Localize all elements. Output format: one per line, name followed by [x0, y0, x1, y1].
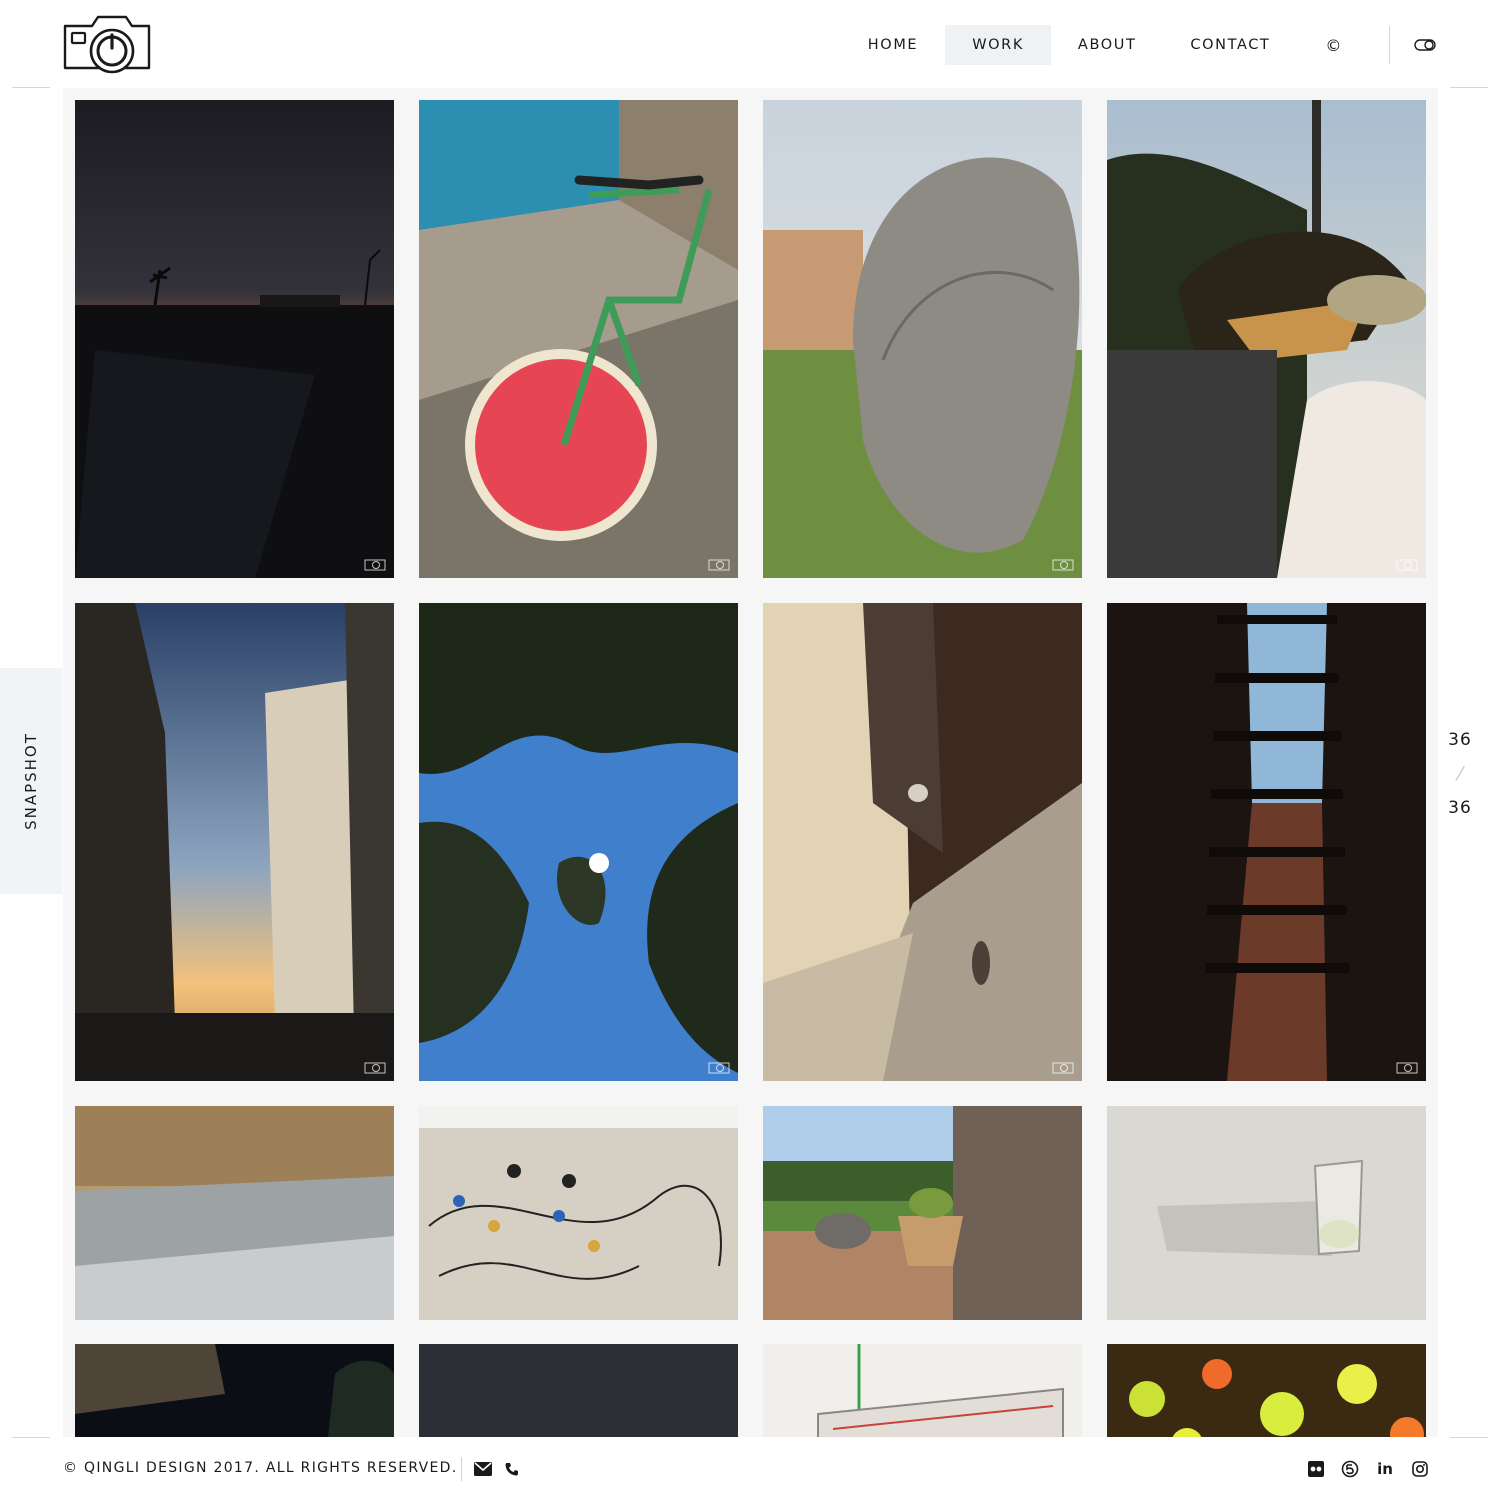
photo-tile-street-dusk[interactable]: [75, 603, 394, 1081]
photo-tile-glass-shadow[interactable]: [1107, 1106, 1426, 1320]
500px-icon[interactable]: [1340, 1459, 1360, 1479]
snapshot-tab-label: SNAPSHOT: [22, 732, 41, 830]
counter-separator: /: [1454, 763, 1466, 784]
photo-watermelon-bicycle: [419, 100, 738, 578]
footer-divider: [461, 1457, 462, 1481]
main-nav: HOME WORK ABOUT CONTACT ©: [841, 25, 1440, 65]
photo-tile-alley-cats[interactable]: [763, 603, 1082, 1081]
photo-warthog-cactus: [763, 1106, 1082, 1320]
photo-night-building: [75, 1344, 394, 1437]
photo-tree-canopy: [419, 603, 738, 1081]
photo-tile-electrical-box[interactable]: [763, 1344, 1082, 1437]
photo-tile-warthog-cactus[interactable]: [763, 1106, 1082, 1320]
snapshot-tab[interactable]: SNAPSHOT: [0, 668, 62, 894]
nav-work[interactable]: WORK: [945, 25, 1051, 65]
photo-tile-dark-sky[interactable]: [419, 1344, 738, 1437]
camera-logo-icon[interactable]: [62, 14, 152, 74]
photo-brick-passage: [1107, 603, 1426, 1081]
linkedin-icon[interactable]: in: [1375, 1459, 1395, 1479]
nav-copyright[interactable]: ©: [1297, 25, 1371, 65]
photo-tile-stone-sculpture[interactable]: [763, 100, 1082, 578]
photo-counter: 36 / 36: [1434, 728, 1486, 820]
photo-graffiti-wall: [419, 1106, 738, 1320]
nav-contact[interactable]: CONTACT: [1163, 25, 1297, 65]
photo-tile-graffiti-wall[interactable]: [419, 1106, 738, 1320]
photo-tile-building-fence[interactable]: [75, 1106, 394, 1320]
nav-divider: [1389, 26, 1390, 64]
photo-tile-sunset-pool[interactable]: [75, 100, 394, 578]
photo-tile-umbrella-woman[interactable]: [1107, 100, 1426, 578]
watermark-camera-icon: [708, 559, 730, 571]
watermark-camera-icon: [364, 1062, 386, 1074]
photo-alley-cats: [763, 603, 1082, 1081]
header-rule-left: [12, 87, 50, 88]
nav-home[interactable]: HOME: [841, 25, 945, 65]
watermark-camera-icon: [708, 1062, 730, 1074]
photo-sunset-pool: [75, 100, 394, 578]
counter-total: 36: [1448, 798, 1472, 818]
photo-dark-sky: [419, 1344, 738, 1437]
envelope-icon[interactable]: [473, 1459, 493, 1479]
linkedin-label: in: [1377, 1460, 1393, 1478]
photo-street-dusk: [75, 603, 394, 1081]
photo-electrical-box: [763, 1344, 1082, 1437]
header-rule-right: [1450, 87, 1488, 88]
photo-tile-lanterns[interactable]: [1107, 1344, 1426, 1437]
footer-rule-right: [1450, 1437, 1488, 1438]
photo-tile-brick-passage[interactable]: [1107, 603, 1426, 1081]
watermark-camera-icon: [1396, 559, 1418, 571]
photo-lanterns: [1107, 1344, 1426, 1437]
photo-tile-night-building[interactable]: [75, 1344, 394, 1437]
photo-gallery: [63, 88, 1438, 1437]
theme-toggle[interactable]: [1398, 25, 1440, 65]
photo-stone-sculpture: [763, 100, 1082, 578]
flickr-icon[interactable]: [1306, 1459, 1326, 1479]
watermark-camera-icon: [1052, 559, 1074, 571]
footer-rule-left: [12, 1437, 50, 1438]
watermark-camera-icon: [364, 559, 386, 571]
photo-building-fence: [75, 1106, 394, 1320]
toggle-icon: [1414, 39, 1436, 51]
photo-tile-tree-canopy[interactable]: [419, 603, 738, 1081]
watermark-camera-icon: [1396, 1062, 1418, 1074]
photo-umbrella-woman: [1107, 100, 1426, 578]
footer-copyright: © QINGLI DESIGN 2017. ALL RIGHTS RESERVE…: [63, 1460, 458, 1476]
counter-current: 36: [1448, 730, 1472, 750]
nav-about[interactable]: ABOUT: [1051, 25, 1164, 65]
instagram-icon[interactable]: [1410, 1459, 1430, 1479]
photo-tile-watermelon-bicycle[interactable]: [419, 100, 738, 578]
phone-icon[interactable]: [502, 1459, 522, 1479]
watermark-camera-icon: [1052, 1062, 1074, 1074]
site-header: HOME WORK ABOUT CONTACT ©: [0, 0, 1500, 88]
photo-glass-shadow: [1107, 1106, 1426, 1320]
